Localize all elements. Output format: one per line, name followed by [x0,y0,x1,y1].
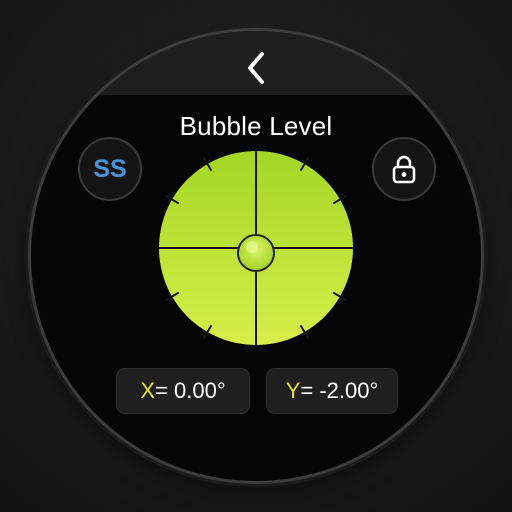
screenshot-button-label: SS [93,154,127,183]
bubble-highlight [246,241,258,253]
y-axis-letter: Y [285,378,301,403]
level-dial [158,150,354,346]
x-angle-value: = 0.00° [155,378,226,403]
level-bubble [237,234,275,272]
lock-button[interactable] [372,137,436,201]
bubble-level-gauge [156,148,356,348]
page-title: Bubble Level [179,111,333,141]
lock-icon [392,155,416,184]
watch-face: Bubble Level SS X = 0.00° Y = -2.00° [31,31,481,481]
x-axis-letter: X [140,378,156,403]
x-angle-readout: X = 0.00° [116,368,250,414]
y-angle-readout: Y = -2.00° [266,368,398,414]
top-bar [31,31,481,95]
screenshot-button[interactable]: SS [78,137,142,201]
y-angle-value: = -2.00° [300,378,379,403]
app-screen: Bubble Level SS X = 0.00° Y = -2.00° [0,0,512,512]
back-button[interactable] [238,48,274,88]
chevron-left-icon [248,52,264,84]
